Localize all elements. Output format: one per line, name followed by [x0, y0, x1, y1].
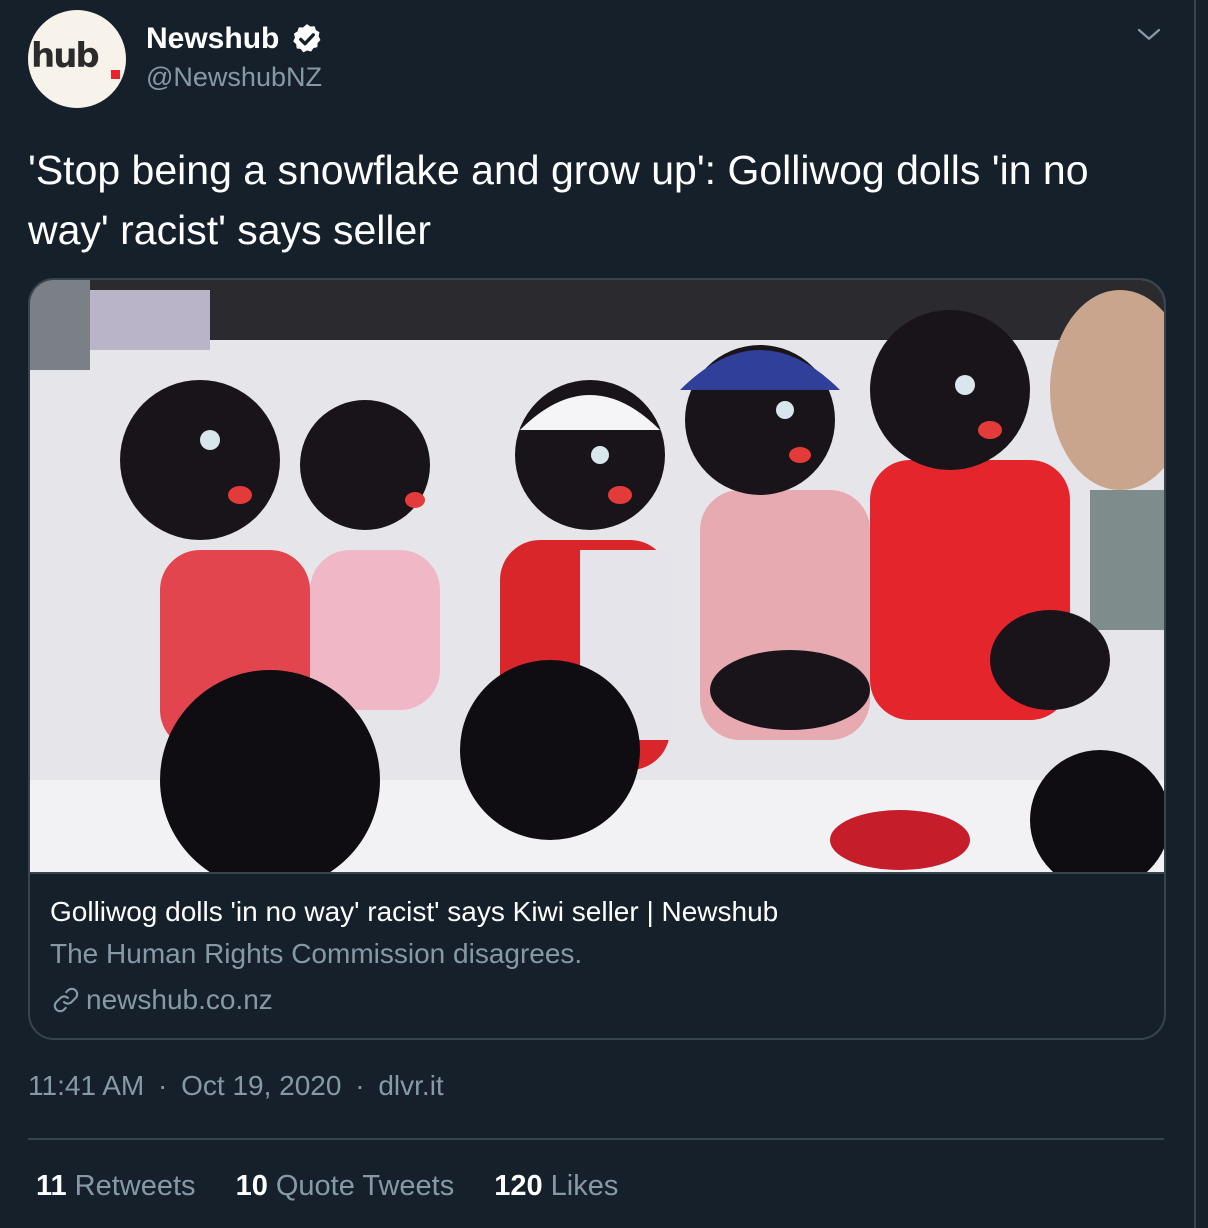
handle[interactable]: @NewshubNZ [146, 62, 322, 93]
card-image[interactable] [30, 280, 1164, 874]
timeline-border [1194, 0, 1196, 1228]
meta-separator: · [355, 1070, 365, 1101]
retweets-stat[interactable]: 11 Retweets [36, 1170, 196, 1203]
likes-count: 120 [494, 1170, 543, 1202]
tweet-date[interactable]: Oct 19, 2020 [181, 1070, 341, 1101]
verified-badge-icon [293, 24, 321, 53]
quote-tweets-count: 10 [235, 1170, 268, 1202]
meta-separator: · [158, 1070, 168, 1101]
chevron-down-icon[interactable] [1134, 20, 1164, 50]
card-title[interactable]: Golliwog dolls 'in no way' racist' says … [50, 896, 778, 928]
tweet-text: 'Stop being a snowflake and grow up': Go… [28, 147, 1089, 253]
display-name[interactable]: Newshub [146, 22, 279, 56]
likes-stat[interactable]: 120 Likes [494, 1170, 618, 1203]
card-description: The Human Rights Commission disagrees. [50, 938, 583, 969]
retweets-count: 11 [36, 1170, 67, 1202]
avatar[interactable]: hub [28, 10, 126, 108]
tweet-source[interactable]: dlvr.it [378, 1070, 443, 1101]
avatar-logo-text: hub [31, 36, 100, 76]
retweets-label: Retweets [74, 1170, 196, 1202]
tweet-meta: 11:41 AM · Oct 19, 2020 · dlvr.it [28, 1070, 450, 1102]
tweet-time[interactable]: 11:41 AM [28, 1070, 144, 1101]
divider [28, 1138, 1164, 1140]
card-domain: newshub.co.nz [86, 984, 273, 1015]
avatar-logo-dot [111, 70, 120, 79]
card-domain-row[interactable]: newshub.co.nz [50, 982, 273, 1018]
link-icon [53, 987, 79, 1013]
likes-label: Likes [550, 1170, 619, 1202]
quote-tweets-label: Quote Tweets [275, 1170, 455, 1202]
tweet-stats: 11 Retweets 10 Quote Tweets 120 Likes [36, 1170, 658, 1203]
quote-tweets-stat[interactable]: 10 Quote Tweets [236, 1170, 455, 1203]
link-card[interactable]: Golliwog dolls 'in no way' racist' says … [28, 278, 1166, 1040]
